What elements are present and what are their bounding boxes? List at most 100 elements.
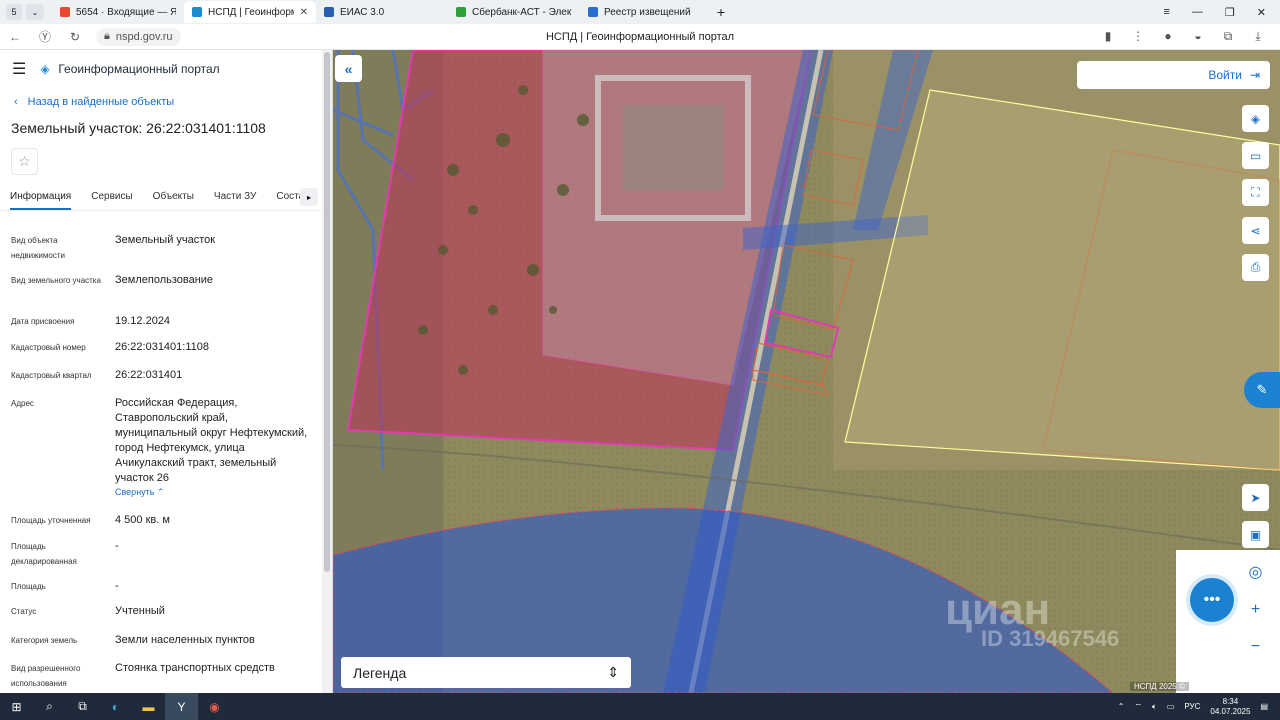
logo-text: Геоинформационный портал [58, 62, 220, 76]
object-info-panel: ☰ ◈ Геоинформационный портал ‹ Назад в н… [0, 50, 333, 693]
property-key: Кадастровый номер [11, 343, 86, 352]
lock-icon: 🔒︎ [104, 30, 110, 42]
collapse-label: Свернуть [115, 487, 155, 497]
zoom-out-button[interactable]: − [1242, 633, 1269, 660]
chat-widget-area: ••• ◎ + − [1176, 550, 1280, 693]
map-view[interactable]: « Войти ⇥ ◈ ▭ ⛶ ⋖ ⎙ ✎ ➤ ▣ циан ID 319467… [333, 50, 1280, 693]
search-icon[interactable]: ⌕ [33, 693, 66, 720]
file-explorer-icon[interactable]: ▬ [132, 693, 165, 720]
language-indicator[interactable]: РУС [1184, 702, 1200, 711]
notifications-icon[interactable]: ▤ [1260, 702, 1268, 711]
tab-information[interactable]: Информация [10, 185, 72, 210]
volume-icon[interactable]: 🔈︎ [1152, 702, 1157, 712]
browser-tab[interactable]: 5654 · Входящие — Яндекс [52, 1, 184, 23]
chrome-icon[interactable]: ◉ [198, 693, 231, 720]
cian-watermark-id: ID 319467546 [981, 626, 1120, 651]
map-scale: 50 m [1226, 682, 1270, 692]
chevron-down-icon[interactable]: ⌄ [26, 4, 44, 20]
property-value: 19.12.2024 [115, 315, 171, 327]
portal-logo[interactable]: ◈ Геоинформационный портал [40, 62, 219, 76]
url-field[interactable]: 🔒︎ nspd.gov.ru [96, 27, 181, 46]
new-tab-button[interactable]: + [712, 3, 730, 21]
collapse-panel-button[interactable]: « [335, 55, 362, 82]
layers-icon[interactable]: ◈ [1242, 105, 1269, 132]
property-value: 26:22:031401 [115, 369, 183, 381]
tab-title: НСПД | Геоинформационный портал [208, 6, 294, 18]
windows-start-icon[interactable]: ⊞ [0, 693, 33, 720]
collapse-address-link[interactable]: Свернуть ⌃ [115, 487, 165, 498]
reload-icon[interactable]: ↻ [60, 30, 90, 44]
profile-icon[interactable]: ◒ [1190, 29, 1206, 44]
property-key: Вид объекта недвижимости [11, 236, 65, 260]
close-window-button[interactable]: ✕ [1257, 6, 1266, 19]
hamburger-menu-icon[interactable]: ☰ [12, 59, 26, 79]
tab-composition[interactable]: Состав [276, 185, 300, 210]
scrollbar-thumb[interactable] [324, 52, 330, 572]
minimize-button[interactable]: — [1192, 6, 1203, 19]
legend-dropdown[interactable]: Легенда ⇕ [341, 657, 631, 688]
tab-count-badge[interactable]: 5 [6, 4, 22, 20]
property-key: Адрес [11, 399, 34, 408]
close-tab-icon[interactable]: ✕ [300, 7, 308, 18]
tab-title: 5654 · Входящие — Яндекс [76, 6, 176, 18]
minimap-icon[interactable]: ▣ [1242, 521, 1269, 548]
menu-icon[interactable]: ≡ [1163, 6, 1169, 19]
favorite-star-button[interactable]: ☆ [11, 148, 38, 175]
browser-tab[interactable]: НСПД | Геоинформационный портал ✕ [184, 1, 316, 23]
os-taskbar: ⊞ ⌕ ⧉ ◐ ▬ Y ◉ ⌃ ⌔ 🔈︎ ▭ РУС 8:34 04.07.20… [0, 693, 1280, 720]
back-link-label: Назад в найденные объекты [27, 96, 175, 108]
ruler-icon[interactable]: ▭ [1242, 142, 1269, 169]
browser-tab[interactable]: ЕИАС 3.0 [316, 1, 448, 23]
property-value: Учтенный [115, 605, 165, 617]
tab-title: ЕИАС 3.0 [340, 6, 385, 18]
locate-icon[interactable]: ◎ [1242, 558, 1269, 585]
tab-favicon-icon [192, 7, 202, 17]
zoom-in-button[interactable]: + [1242, 596, 1269, 623]
browser-tab[interactable]: Реестр извещений [580, 1, 712, 23]
edge-icon[interactable]: ◐ [99, 693, 132, 720]
battery-icon[interactable]: ▭ [1167, 702, 1175, 711]
browser-tab[interactable]: Сбербанк-АСТ - Электронная [448, 1, 580, 23]
property-key: Дата присвоения [11, 317, 75, 326]
url-text: nspd.gov.ru [115, 30, 173, 43]
extension-icon[interactable]: ● [1160, 29, 1176, 44]
address-bar: ← Ⓨ ↻ 🔒︎ nspd.gov.ru НСПД | Геоинформаци… [0, 24, 1280, 50]
clock-date: 04.07.2025 [1210, 706, 1251, 716]
yandex-icon[interactable]: Ⓨ [30, 28, 60, 45]
bookmark-icon[interactable]: ▮ [1100, 29, 1116, 44]
print-icon[interactable]: ⎙ [1242, 254, 1269, 281]
login-label: Войти [1208, 68, 1242, 82]
more-icon[interactable]: ⋮ [1130, 29, 1146, 44]
tabs-scroll-right-button[interactable]: ▸ [300, 188, 318, 206]
property-value: 26:22:031401:1108 [115, 341, 209, 353]
tab-favicon-icon [456, 7, 466, 17]
property-value: Земельный участок [115, 234, 216, 246]
wifi-icon[interactable]: ⌔ [1134, 702, 1142, 712]
property-value: Земли населенных пунктов [115, 634, 255, 646]
select-area-icon[interactable]: ⛶ [1242, 179, 1269, 206]
clock[interactable]: 8:34 04.07.2025 [1210, 697, 1250, 717]
browser-actions: ▮ ⋮ ● ◒ ⧉ ⤓ [1100, 29, 1280, 44]
task-view-icon[interactable]: ⧉ [66, 693, 99, 720]
property-value: - [115, 580, 119, 592]
tray-expand-icon[interactable]: ⌃ [1118, 702, 1125, 711]
share-icon[interactable]: ⋖ [1242, 217, 1269, 244]
panel-header: ☰ ◈ Геоинформационный портал [0, 50, 332, 88]
feedback-icon[interactable]: ✎ [1244, 372, 1280, 408]
tab-title: Сбербанк-АСТ - Электронная [472, 6, 572, 18]
property-value: Стоянка транспортных средств [115, 662, 275, 674]
collections-icon[interactable]: ⧉ [1220, 29, 1236, 44]
tab-services[interactable]: Сервисы [91, 185, 132, 210]
download-icon[interactable]: ⤓ [1250, 29, 1266, 44]
tab-parts[interactable]: Части ЗУ [214, 185, 256, 210]
geolocation-icon[interactable]: ➤ [1242, 484, 1269, 511]
chat-bubble-icon[interactable]: ••• [1190, 578, 1234, 622]
tab-objects[interactable]: Объекты [153, 185, 194, 210]
restore-button[interactable]: ❐ [1225, 6, 1235, 19]
panel-scrollbar[interactable] [322, 50, 332, 693]
back-icon[interactable]: ← [0, 30, 30, 44]
back-to-results-link[interactable]: ‹ Назад в найденные объекты [0, 96, 332, 108]
tab-title: Реестр извещений [604, 6, 691, 18]
yandex-browser-icon[interactable]: Y [165, 693, 198, 720]
login-button[interactable]: Войти ⇥ [1077, 61, 1270, 89]
